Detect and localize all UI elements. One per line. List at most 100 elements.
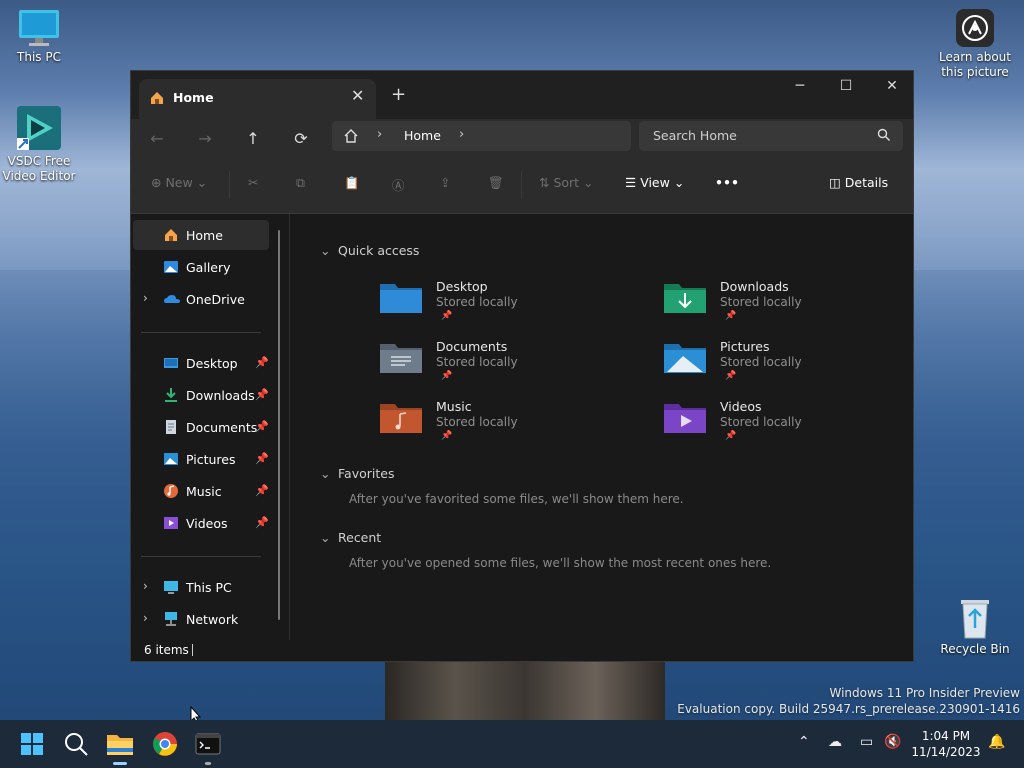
terminal-taskbar-button[interactable]: [192, 728, 224, 760]
address-bar[interactable]: › Home ›: [332, 121, 631, 151]
volume-muted-icon[interactable]: 🔇: [884, 734, 901, 750]
folder-status: Stored locally: [436, 355, 518, 369]
chevron-right-icon[interactable]: ›: [459, 127, 464, 142]
tab-label: Home: [173, 90, 214, 105]
close-window-button[interactable]: ✕: [869, 71, 915, 101]
desktop-icon-label: VSDC Free Video Editor: [2, 154, 76, 183]
terminal-icon: [195, 733, 221, 755]
camera-icon: [955, 8, 995, 48]
desktop-icon-learn-picture[interactable]: Learn about this picture: [936, 8, 1014, 80]
sidebar-item-videos[interactable]: Videos 📌: [133, 508, 269, 538]
status-bar: 6 items: [131, 640, 913, 661]
videos-folder-icon: [663, 400, 707, 434]
quick-access-desktop[interactable]: Desktop Stored locally 📌: [379, 276, 639, 328]
sort-button[interactable]: ⇅ Sort ⌄: [539, 175, 594, 190]
chevron-right-icon[interactable]: ›: [143, 579, 148, 593]
back-button[interactable]: ←: [142, 125, 172, 153]
copy-icon[interactable]: ⧉: [296, 175, 305, 191]
taskbar: ⌃ ☁ ▭ 🔇 1:04 PM 11/14/2023 🔔: [0, 720, 1024, 768]
sidebar-item-pictures[interactable]: Pictures 📌: [133, 444, 269, 474]
sidebar-scrollbar[interactable]: [278, 230, 280, 620]
sidebar-item-downloads[interactable]: Downloads 📌: [133, 380, 269, 410]
minimize-button[interactable]: ─: [777, 71, 823, 101]
search-box[interactable]: Search Home: [639, 121, 903, 151]
sidebar-item-network[interactable]: › Network: [133, 604, 269, 634]
desktop-icon-vsdc[interactable]: VSDC Free Video Editor: [0, 104, 78, 184]
favorites-header[interactable]: ⌄ Favorites: [320, 466, 394, 481]
divider: [229, 171, 230, 199]
cut-icon[interactable]: ✂: [248, 175, 258, 190]
home-icon[interactable]: [343, 128, 359, 147]
sidebar-item-home[interactable]: Home: [133, 220, 269, 250]
sidebar-item-music[interactable]: Music 📌: [133, 476, 269, 506]
sidebar-item-documents[interactable]: Documents 📌: [133, 412, 269, 442]
forward-button[interactable]: →: [190, 125, 220, 153]
maximize-button[interactable]: ☐: [823, 71, 869, 101]
chevron-right-icon[interactable]: ›: [143, 291, 148, 305]
active-indicator: [113, 762, 127, 765]
chevron-right-icon[interactable]: ›: [143, 611, 148, 625]
folder-status: Stored locally: [436, 295, 518, 309]
chrome-taskbar-button[interactable]: [149, 728, 181, 760]
new-tab-button[interactable]: +: [391, 84, 406, 105]
pin-icon: 📌: [255, 388, 269, 401]
desktop-icon-label: This PC: [17, 50, 61, 64]
details-button[interactable]: ◫ Details: [829, 175, 888, 190]
close-tab-icon[interactable]: ✕: [351, 86, 364, 105]
quick-access-pictures[interactable]: Pictures Stored locally 📌: [663, 336, 923, 388]
pin-icon: 📌: [725, 371, 737, 381]
file-explorer-taskbar-button[interactable]: [104, 728, 136, 760]
display-tray-icon[interactable]: ▭: [860, 734, 873, 750]
share-icon[interactable]: ⇪: [440, 175, 450, 190]
divider: [521, 171, 522, 199]
quick-access-documents[interactable]: Documents Stored locally 📌: [379, 336, 639, 388]
new-button[interactable]: ⊕ New ⌄: [151, 175, 207, 190]
watermark-line1: Windows 11 Pro Insider Preview: [829, 686, 1020, 700]
downloads-folder-icon: [663, 280, 707, 314]
home-icon: [149, 90, 165, 109]
tab-home[interactable]: Home ✕: [139, 79, 376, 119]
folder-status: Stored locally: [720, 295, 802, 309]
documents-icon: [163, 419, 181, 435]
quick-access-header[interactable]: ⌄ Quick access: [320, 243, 419, 258]
sidebar-item-label: Downloads: [186, 388, 255, 403]
view-button[interactable]: ☰ View ⌄: [625, 175, 684, 190]
documents-folder-icon: [379, 340, 423, 374]
watermark-line2: Evaluation copy. Build 25947.rs_prerelea…: [677, 702, 1020, 716]
pin-icon: 📌: [441, 311, 453, 321]
desktop-icon-recycle-bin[interactable]: Recycle Bin: [936, 596, 1014, 656]
onedrive-tray-icon[interactable]: ☁: [828, 734, 842, 750]
start-button[interactable]: [16, 728, 48, 760]
breadcrumb-home[interactable]: Home: [404, 128, 441, 143]
up-button[interactable]: ↑: [238, 125, 268, 153]
paste-icon[interactable]: 📋: [344, 175, 360, 191]
more-options-button[interactable]: •••: [715, 175, 739, 190]
quick-access-downloads[interactable]: Downloads Stored locally 📌: [663, 276, 923, 328]
status-divider: [192, 644, 193, 656]
search-button[interactable]: [60, 728, 92, 760]
pictures-folder-icon: [663, 340, 707, 374]
show-hidden-icons-button[interactable]: ⌃: [798, 734, 810, 750]
sidebar-item-onedrive[interactable]: › OneDrive: [133, 284, 269, 314]
sidebar-item-this-pc[interactable]: › This PC: [133, 572, 269, 602]
quick-access-videos[interactable]: Videos Stored locally 📌: [663, 396, 923, 448]
quick-access-music[interactable]: Music Stored locally 📌: [379, 396, 639, 448]
folder-status: Stored locally: [720, 415, 802, 429]
sidebar-item-gallery[interactable]: Gallery: [133, 252, 269, 282]
recent-header[interactable]: ⌄ Recent: [320, 530, 381, 545]
folder-name: Pictures: [720, 339, 770, 354]
favorites-empty-message: After you've favorited some files, we'll…: [349, 492, 684, 506]
notification-bell-icon[interactable]: 🔔: [988, 734, 1005, 750]
refresh-button[interactable]: ⟳: [286, 125, 316, 153]
desktop-folder-icon: [163, 355, 181, 371]
rename-icon[interactable]: Ⓐ: [392, 175, 405, 194]
desktop-icon-this-pc[interactable]: This PC: [0, 8, 78, 64]
folder-name: Desktop: [436, 279, 488, 294]
chevron-down-icon: ⌄: [320, 243, 331, 258]
title-bar: Home ✕ + ─ ☐ ✕: [131, 71, 913, 119]
delete-icon[interactable]: 🗑: [488, 175, 504, 191]
sidebar-item-desktop[interactable]: Desktop 📌: [133, 348, 269, 378]
clock[interactable]: 1:04 PM 11/14/2023: [910, 728, 982, 760]
chrome-icon: [153, 732, 177, 756]
sidebar-item-label: Pictures: [186, 452, 236, 467]
